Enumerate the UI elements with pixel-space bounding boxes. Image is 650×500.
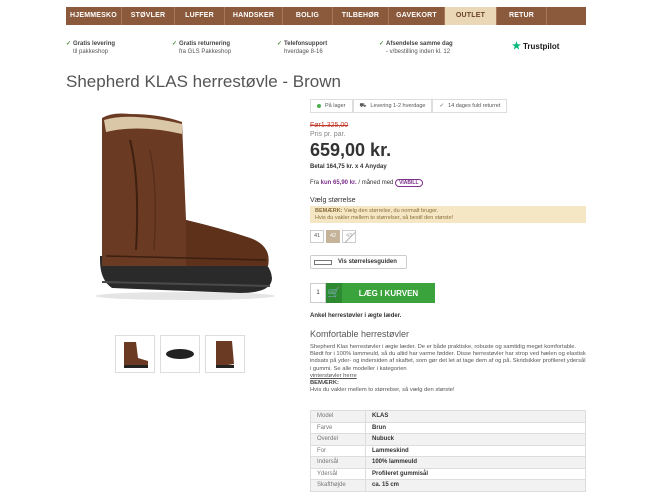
usp-phone-support: ✓ Telefonsupport hverdage 8-16 bbox=[277, 41, 328, 55]
size-guide-button[interactable]: Vis størrelsesguiden bbox=[310, 255, 407, 269]
product-badges: På lager ⛟ Levering 1-2 hverdage ✓ 14 dage… bbox=[310, 99, 508, 113]
anyday-logo: Anyday bbox=[365, 164, 387, 170]
thumbnail-2[interactable] bbox=[160, 335, 200, 373]
nav-støvler[interactable]: STØVLER bbox=[122, 7, 175, 25]
spec-value: Profileret gummisål bbox=[365, 467, 586, 480]
nav-handsker[interactable]: HANDSKER bbox=[225, 7, 283, 25]
viabill-installment[interactable]: Fra kun 65,90 kr. / måned med VIABILL bbox=[310, 179, 423, 187]
stock-badge: På lager bbox=[310, 99, 353, 113]
nav-luffer[interactable]: LUFFER bbox=[175, 7, 225, 25]
size-option-43[interactable]: 43 bbox=[342, 230, 356, 243]
spec-key: Indersål bbox=[310, 456, 366, 469]
quantity-input[interactable]: 1 bbox=[310, 283, 326, 303]
spec-value: Lammeskind bbox=[365, 444, 586, 457]
truck-icon: ⛟ bbox=[359, 103, 367, 109]
nav-gavekort[interactable]: GAVEKORT bbox=[389, 7, 445, 25]
nav-retur[interactable]: RETUR bbox=[497, 7, 547, 25]
nav-hjemmesko[interactable]: HJEMMESKO bbox=[66, 7, 122, 25]
current-price: 659,00 kr. bbox=[310, 140, 392, 160]
usp-free-delivery: ✓ Gratis levering til pakkeshop bbox=[66, 41, 116, 55]
thumbnail-1[interactable] bbox=[115, 335, 155, 373]
check-icon: ✓ bbox=[439, 103, 445, 109]
nav-bolig[interactable]: BOLIG bbox=[283, 7, 333, 25]
main-nav: HJEMMESKO STØVLER LUFFER HANDSKER BOLIG TILBE… bbox=[66, 7, 586, 25]
return-badge: ✓ 14 dages fuld returret bbox=[432, 99, 508, 113]
nav-outlet[interactable]: OUTLET bbox=[445, 7, 497, 25]
product-main-image[interactable] bbox=[90, 110, 280, 305]
description-title: Komfortable herrestøvler bbox=[310, 329, 410, 339]
spec-row: For Lammeskind bbox=[310, 444, 586, 457]
boot-image bbox=[95, 113, 275, 300]
per-pair-label: Pris pr. par. bbox=[310, 131, 346, 138]
size-option-42[interactable]: 42 bbox=[326, 230, 340, 243]
spec-row: Indersål 100% lammeuld bbox=[310, 456, 586, 469]
nav-tilbehør[interactable]: TILBEHØR bbox=[333, 7, 389, 25]
spec-value: ca. 15 cm bbox=[365, 479, 586, 492]
trustpilot-logo[interactable]: ★ Trustpilot bbox=[512, 41, 559, 52]
usp-same-day: ✓ Afsendelse samme dag - v/bestilling inde… bbox=[379, 41, 453, 55]
choose-size-label: Vælg størrelse bbox=[310, 197, 356, 204]
spec-key: Skafthøjde bbox=[310, 479, 366, 492]
spec-key: Overdel bbox=[310, 433, 366, 446]
check-icon: ✓ bbox=[66, 41, 72, 47]
spec-row: Overdel Nubuck bbox=[310, 433, 586, 446]
top-bar: HJEMMESKO STØVLER LUFFER HANDSKER BOLIG TILBE… bbox=[0, 0, 650, 32]
specs-table: Model KLAS Farve Brun Overdel Nubuck For Lammes… bbox=[310, 410, 586, 492]
viabill-logo: VIABILL bbox=[395, 179, 423, 187]
size-selector: 41 42 43 bbox=[310, 230, 358, 243]
cart-icon: 🛒 bbox=[326, 283, 342, 303]
spec-value: Nubuck bbox=[365, 433, 586, 446]
anyday-installment[interactable]: Betal 164,75 kr. x 4 Anyday bbox=[310, 164, 387, 170]
category-link[interactable]: vinterstøvler herre bbox=[310, 373, 586, 380]
product-title: Shepherd KLAS herrestøvle - Brown bbox=[66, 72, 341, 91]
spec-key: Model bbox=[310, 410, 366, 423]
check-icon: ✓ bbox=[172, 41, 178, 47]
boot-thumbnail-icon bbox=[124, 342, 148, 368]
usp-free-returns: ✓ Gratis returnering fra GLS Pakkeshop bbox=[172, 41, 232, 55]
spec-value: KLAS bbox=[365, 410, 586, 423]
check-icon: ✓ bbox=[277, 41, 283, 47]
spec-key: Ydersål bbox=[310, 467, 366, 480]
spec-row: Ydersål Profileret gummisål bbox=[310, 467, 586, 480]
spec-value: Brun bbox=[365, 421, 586, 434]
spec-key: For bbox=[310, 444, 366, 457]
star-icon: ★ bbox=[512, 41, 521, 52]
check-icon: ✓ bbox=[379, 41, 385, 47]
spec-value: 100% lammeuld bbox=[365, 456, 586, 469]
short-description: Ankel herrestøvler i ægte læder. bbox=[310, 313, 402, 319]
spec-row: Model KLAS bbox=[310, 410, 586, 423]
old-price: Før1.325,00 bbox=[310, 122, 349, 129]
description-text: Shepherd Klas herrestøvler i ægte læder.… bbox=[310, 344, 586, 394]
spec-key: Farve bbox=[310, 421, 366, 434]
size-note: BEMÆRK: Vælg den størrelse, du normalt b… bbox=[310, 206, 586, 223]
size-option-41[interactable]: 41 bbox=[310, 230, 324, 243]
thumbnail-3[interactable] bbox=[205, 335, 245, 373]
delivery-badge: ⛟ Levering 1-2 hverdage bbox=[352, 99, 433, 113]
spec-row: Farve Brun bbox=[310, 421, 586, 434]
spec-row: Skafthøjde ca. 15 cm bbox=[310, 479, 586, 492]
ruler-icon bbox=[314, 259, 332, 265]
boot-thumbnail-icon bbox=[216, 341, 234, 368]
add-to-cart-button[interactable]: 🛒 LÆG I KURVEN bbox=[326, 283, 435, 303]
in-stock-dot-icon bbox=[317, 104, 321, 108]
sole-thumbnail-icon bbox=[166, 349, 194, 359]
